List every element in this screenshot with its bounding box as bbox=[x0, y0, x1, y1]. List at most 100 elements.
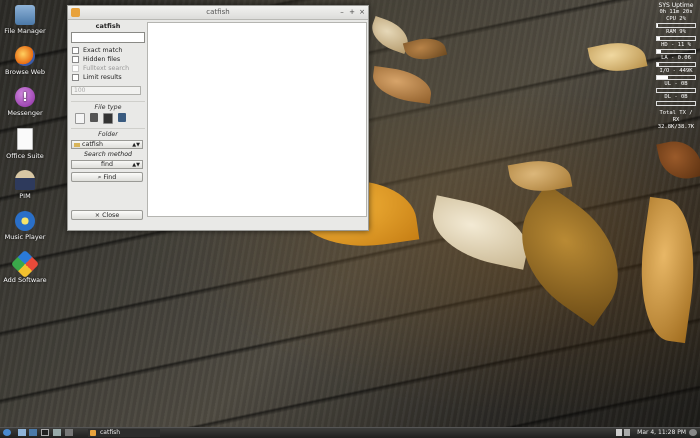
desktop-icon-label: Music Player bbox=[4, 233, 46, 241]
hidden-files-checkbox[interactable]: Hidden files bbox=[71, 55, 145, 64]
cpu-bar-fill bbox=[657, 24, 658, 27]
desktop-icon-add-software[interactable]: Add Software bbox=[0, 249, 50, 284]
show-desktop-icon[interactable] bbox=[65, 429, 73, 436]
start-menu-icon[interactable] bbox=[3, 429, 11, 436]
desktop-icon-label: File Manager bbox=[4, 27, 46, 35]
search-icon: ⌕ bbox=[97, 174, 102, 181]
close-button-label: Close bbox=[102, 212, 120, 219]
checkbox-box[interactable] bbox=[72, 65, 79, 72]
limit-spinner[interactable]: 100 bbox=[71, 86, 141, 95]
monitor-total-label: Total TX / RX bbox=[659, 110, 693, 123]
ram-bar bbox=[656, 36, 696, 41]
la-bar bbox=[656, 62, 696, 67]
desktop-icon-label: Messenger bbox=[7, 109, 43, 117]
checkbox-label: Hidden files bbox=[83, 56, 121, 63]
taskbar: catfish Mar 4, 11:28 PM bbox=[0, 427, 700, 438]
volume-icon[interactable] bbox=[616, 429, 622, 436]
search-method-label: Search method bbox=[83, 151, 133, 158]
pim-icon bbox=[15, 170, 35, 190]
monitor-uptime: 0h 11m 20s bbox=[659, 9, 693, 15]
monitor-la: LA - 0.06 bbox=[661, 55, 691, 61]
fulltext-search-checkbox[interactable]: Fulltext search bbox=[71, 64, 145, 73]
software-icon bbox=[10, 249, 40, 279]
firefox-icon bbox=[15, 46, 35, 66]
catfish-window: catfish – + × catfish Exact match Hidden… bbox=[67, 5, 369, 231]
chevron-down-icon: ▲▼ bbox=[132, 142, 140, 148]
find-button-label: Find bbox=[103, 174, 117, 181]
desktop-icon-pim[interactable]: PIM bbox=[0, 170, 50, 200]
limit-value: 100 bbox=[74, 87, 86, 94]
desktop-icon-file-manager[interactable]: File Manager bbox=[0, 5, 50, 35]
monitor-ul: UL - 0B bbox=[664, 81, 688, 87]
la-bar-fill bbox=[657, 63, 660, 66]
wallpaper-leaf bbox=[587, 36, 648, 78]
workspace-launcher-icon[interactable] bbox=[53, 429, 61, 436]
music-type-icon[interactable] bbox=[103, 113, 113, 124]
ul-bar bbox=[656, 88, 696, 93]
search-method-value: find bbox=[101, 161, 113, 168]
monitor-hd: HD - 11 % bbox=[661, 42, 691, 48]
music-icon bbox=[15, 211, 35, 231]
checkbox-label: Fulltext search bbox=[83, 65, 130, 72]
hd-bar bbox=[656, 49, 696, 54]
io-bar-fill bbox=[657, 76, 669, 79]
monitor-ram: RAM 9% bbox=[666, 29, 686, 35]
close-window-button[interactable]: × bbox=[358, 8, 366, 16]
power-icon[interactable] bbox=[689, 429, 697, 436]
minimize-button[interactable]: – bbox=[338, 8, 346, 16]
document-icon bbox=[17, 128, 33, 150]
terminal-launcher-icon[interactable] bbox=[41, 429, 49, 436]
taskbar-task-label: catfish bbox=[100, 429, 121, 436]
file-type-label: File type bbox=[71, 101, 145, 111]
folder-icon bbox=[74, 143, 80, 147]
checkbox-box[interactable] bbox=[72, 74, 79, 81]
search-header: catfish bbox=[95, 22, 121, 30]
document-type-icon[interactable] bbox=[75, 113, 85, 124]
monitor-io: I/O - 449K bbox=[659, 68, 693, 74]
limit-results-checkbox[interactable]: Limit results bbox=[71, 73, 145, 82]
exact-match-checkbox[interactable]: Exact match bbox=[71, 46, 145, 55]
desktop-icon-music-player[interactable]: Music Player bbox=[0, 211, 50, 241]
results-list[interactable] bbox=[147, 22, 367, 217]
wallpaper-leaf bbox=[402, 33, 448, 65]
maximize-button[interactable]: + bbox=[348, 8, 356, 16]
desktop-icon-label: PIM bbox=[19, 192, 31, 200]
file-manager-launcher-icon[interactable] bbox=[18, 429, 26, 436]
cpu-bar bbox=[656, 23, 696, 28]
desktop-icon-label: Office Suite bbox=[6, 152, 44, 160]
checkbox-box[interactable] bbox=[72, 47, 79, 54]
folder-label: Folder bbox=[71, 128, 145, 138]
clock[interactable]: Mar 4, 11:28 PM bbox=[637, 429, 686, 436]
ram-bar-fill bbox=[657, 37, 661, 40]
desktop-icon-messenger[interactable]: ! Messenger bbox=[0, 87, 50, 117]
checkbox-box[interactable] bbox=[72, 56, 79, 63]
messenger-icon: ! bbox=[15, 87, 35, 107]
folder-launcher-icon[interactable] bbox=[29, 429, 37, 436]
checkbox-label: Exact match bbox=[83, 47, 123, 54]
video-type-icon[interactable] bbox=[118, 113, 126, 122]
search-input[interactable] bbox=[71, 32, 145, 43]
window-title: catfish bbox=[206, 8, 230, 16]
desktop-icon-label: Browse Web bbox=[5, 68, 45, 76]
desktop-icon-office-suite[interactable]: Office Suite bbox=[0, 128, 50, 160]
system-monitor: SYS Uptime 0h 11m 20s CPU 2% RAM 9% HD -… bbox=[656, 2, 696, 131]
close-button[interactable]: × Close bbox=[71, 210, 143, 220]
image-type-icon[interactable] bbox=[90, 113, 98, 122]
network-icon[interactable] bbox=[624, 429, 630, 436]
monitor-title: SYS Uptime bbox=[658, 2, 694, 9]
folder-icon bbox=[15, 5, 35, 25]
io-bar bbox=[656, 75, 696, 80]
wallpaper-leaf bbox=[630, 196, 700, 344]
chevron-down-icon: ▲▼ bbox=[132, 162, 140, 168]
search-method-select[interactable]: find ▲▼ bbox=[71, 160, 143, 169]
catfish-task-icon bbox=[90, 430, 96, 436]
wallpaper-leaf bbox=[425, 195, 535, 270]
taskbar-task-catfish[interactable]: catfish bbox=[88, 429, 160, 437]
find-button[interactable]: ⌕ Find bbox=[71, 172, 143, 182]
window-titlebar[interactable]: catfish – + × bbox=[68, 6, 368, 20]
desktop-icon-browse-web[interactable]: Browse Web bbox=[0, 46, 50, 76]
folder-select[interactable]: catfish ▲▼ bbox=[71, 140, 143, 149]
wallpaper-leaf bbox=[656, 136, 700, 184]
search-sidebar: catfish Exact match Hidden files Fulltex… bbox=[71, 22, 145, 182]
close-icon: × bbox=[94, 212, 101, 219]
